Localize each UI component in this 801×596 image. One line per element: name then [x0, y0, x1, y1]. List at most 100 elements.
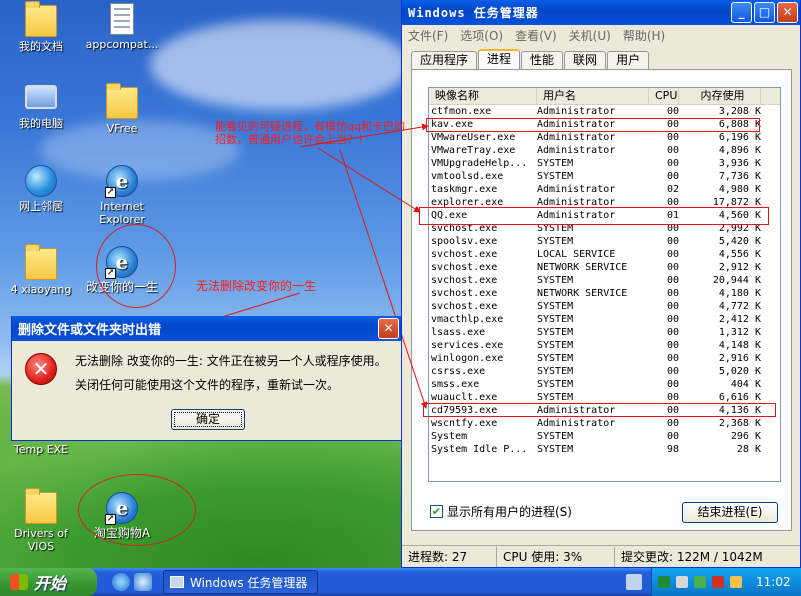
minimize-button[interactable]: _: [731, 2, 752, 23]
process-row[interactable]: svchost.exe NETWORK SERVICE 00 4,180 K: [429, 287, 780, 300]
process-row[interactable]: spoolsv.exe SYSTEM 00 5,420 K: [429, 235, 780, 248]
desktop-icon-xiaoyang[interactable]: 4 xiaoyang: [0, 244, 87, 296]
clock[interactable]: 11:02: [756, 575, 791, 589]
process-row[interactable]: VMwareUser.exe Administrator 00 6,196 K: [429, 131, 780, 144]
menu-file[interactable]: 文件(F): [408, 27, 448, 44]
process-memory: 4,148 K: [718, 340, 761, 351]
process-user-name: Administrator: [537, 145, 616, 156]
column-image-name[interactable]: 映像名称: [429, 88, 537, 104]
close-button[interactable]: ✕: [777, 2, 798, 23]
desktop-icon-label: Drivers of VIOS: [14, 527, 68, 553]
tab-strip: 应用程序 进程 性能 联网 用户: [411, 49, 650, 70]
task-manager-window: Windows 任务管理器 _ □ ✕ 文件(F) 选项(O) 查看(V) 关机…: [401, 0, 801, 568]
annotation-cannot-delete: 无法删除改变你的一生: [196, 279, 317, 293]
process-row[interactable]: VMwareTray.exe Administrator 00 4,896 K: [429, 144, 780, 157]
security-shield-icon[interactable]: [712, 576, 724, 588]
error-icon: ✕: [25, 353, 57, 385]
process-row[interactable]: svchost.exe SYSTEM 00 4,772 K: [429, 300, 780, 313]
show-all-users[interactable]: ✔ 显示所有用户的进程(S): [430, 503, 572, 520]
process-row[interactable]: System SYSTEM 00 296 K: [429, 430, 780, 443]
checkbox-checked-icon[interactable]: ✔: [430, 505, 443, 518]
desktop-icon-network-places[interactable]: 网上邻居: [0, 165, 87, 213]
network-icon[interactable]: [676, 576, 688, 588]
process-memory: 2,368 K: [718, 418, 761, 429]
process-user-name: SYSTEM: [537, 431, 574, 442]
process-cpu: 00: [666, 379, 679, 390]
menu-view[interactable]: 查看(V): [515, 27, 557, 44]
tab-networking[interactable]: 联网: [564, 51, 607, 69]
start-button[interactable]: 开始: [0, 568, 97, 596]
column-user-name[interactable]: 用户名: [537, 88, 649, 104]
desktop-icon-my-computer[interactable]: 我的电脑: [0, 85, 87, 130]
task-manager-icon: [170, 576, 184, 588]
dialog-titlebar[interactable]: 删除文件或文件夹时出错 ✕: [12, 316, 401, 341]
process-image-name: VMwareUser.exe: [431, 132, 516, 143]
desktop-icon-temp-exe[interactable]: Temp EXE: [0, 443, 87, 456]
desktop-icon-label: Internet Explorer: [99, 200, 145, 226]
ie-quicklaunch-icon[interactable]: [112, 573, 130, 591]
process-row[interactable]: svchost.exe LOCAL SERVICE 00 4,556 K: [429, 248, 780, 261]
tab-users[interactable]: 用户: [607, 51, 650, 69]
tab-processes[interactable]: 进程: [478, 49, 521, 69]
network-places-icon: [25, 165, 57, 197]
highlight-kav: [426, 118, 760, 132]
process-row[interactable]: smss.exe SYSTEM 00 404 K: [429, 378, 780, 391]
volume-icon[interactable]: [730, 576, 742, 588]
process-cpu: 00: [666, 340, 679, 351]
process-user-name: Administrator: [537, 418, 616, 429]
desktop-icon-label: VFree: [106, 122, 138, 135]
tray-app-icon[interactable]: [658, 576, 670, 588]
process-row[interactable]: svchost.exe SYSTEM 00 20,944 K: [429, 274, 780, 287]
process-row[interactable]: System Idle P... SYSTEM 98 28 K: [429, 443, 780, 456]
task-manager-titlebar[interactable]: Windows 任务管理器 _ □ ✕: [402, 0, 800, 25]
process-row[interactable]: lsass.exe SYSTEM 00 1,312 K: [429, 326, 780, 339]
desktop-icon-internet-explorer[interactable]: e ↗ Internet Explorer: [76, 165, 168, 226]
process-row[interactable]: vmtoolsd.exe SYSTEM 00 7,736 K: [429, 170, 780, 183]
process-row[interactable]: services.exe SYSTEM 00 4,148 K: [429, 339, 780, 352]
desktop-icon-appcompat[interactable]: appcompat...: [76, 3, 168, 51]
explorer-quicklaunch-icon[interactable]: [134, 573, 152, 591]
menu-bar: 文件(F) 选项(O) 查看(V) 关机(U) 帮助(H): [402, 25, 800, 45]
process-memory: 4,556 K: [718, 249, 761, 260]
ok-button[interactable]: 确定: [171, 409, 245, 430]
process-memory: 28 K: [736, 444, 761, 455]
process-cpu: 02: [666, 184, 679, 195]
process-cpu: 00: [666, 418, 679, 429]
tab-performance[interactable]: 性能: [521, 51, 564, 69]
process-image-name: VMwareTray.exe: [431, 145, 516, 156]
process-row[interactable]: wscntfy.exe Administrator 00 2,368 K: [429, 417, 780, 430]
process-row[interactable]: winlogon.exe SYSTEM 00 2,916 K: [429, 352, 780, 365]
desktop-icon-vfree[interactable]: VFree: [76, 83, 168, 135]
vmware-tools-icon[interactable]: [694, 576, 706, 588]
process-user-name: SYSTEM: [537, 171, 574, 182]
maximize-button[interactable]: □: [754, 2, 775, 23]
process-row[interactable]: ctfmon.exe Administrator 00 3,208 K: [429, 105, 780, 118]
process-user-name: Administrator: [537, 106, 616, 117]
end-process-button[interactable]: 结束进程(E): [682, 502, 778, 523]
tab-applications[interactable]: 应用程序: [411, 51, 478, 69]
process-memory: 2,912 K: [718, 262, 761, 273]
taskbar-task-manager[interactable]: Windows 任务管理器: [163, 570, 318, 594]
desktop-icon-my-documents[interactable]: 我的文档: [0, 1, 87, 53]
process-memory: 2,412 K: [718, 314, 761, 325]
process-row[interactable]: csrss.exe SYSTEM 00 5,020 K: [429, 365, 780, 378]
column-memory[interactable]: 内存使用: [679, 88, 761, 104]
process-user-name: SYSTEM: [537, 158, 574, 169]
menu-help[interactable]: 帮助(H): [623, 27, 665, 44]
status-process-count: 进程数: 27: [402, 546, 497, 567]
process-row[interactable]: svchost.exe NETWORK SERVICE 00 2,912 K: [429, 261, 780, 274]
folder-icon: [106, 83, 138, 119]
process-user-name: Administrator: [537, 184, 616, 195]
menu-shutdown[interactable]: 关机(U): [569, 27, 611, 44]
menu-options[interactable]: 选项(O): [460, 27, 503, 44]
process-row[interactable]: VMUpgradeHelp... SYSTEM 00 3,936 K: [429, 157, 780, 170]
keyboard-icon[interactable]: [626, 574, 642, 590]
desktop-icon-drivers[interactable]: Drivers of VIOS: [0, 488, 87, 553]
process-row[interactable]: vmacthlp.exe SYSTEM 00 2,412 K: [429, 313, 780, 326]
process-row[interactable]: taskmgr.exe Administrator 02 4,980 K: [429, 183, 780, 196]
dialog-close-button[interactable]: ✕: [378, 318, 399, 339]
column-cpu[interactable]: CPU: [649, 88, 679, 104]
process-list[interactable]: 映像名称 用户名 CPU 内存使用 ctfmon.exe Administrato…: [428, 87, 781, 482]
process-user-name: SYSTEM: [537, 327, 574, 338]
dialog-hint: 关闭任何可能使用这个文件的程序，重新试一次。: [75, 378, 340, 392]
